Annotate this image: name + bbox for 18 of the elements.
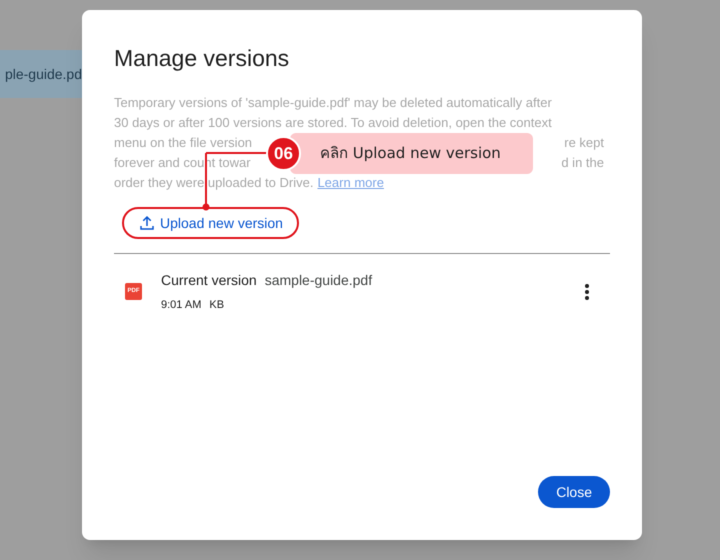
step-badge: 06: [266, 136, 301, 171]
close-button[interactable]: Close: [538, 476, 610, 508]
more-options-icon[interactable]: [584, 283, 590, 301]
description-text: order they were uploaded to Drive.: [114, 174, 314, 192]
description-text: d in the: [561, 154, 604, 172]
description-text: 30 days or after 100 versions are stored. To avoid deletion, open the context: [114, 114, 552, 132]
version-time: 9:01 AM: [161, 298, 202, 313]
file-name: ple-guide.pd: [4, 64, 82, 84]
upload-new-version-button[interactable]: Upload new version: [122, 207, 299, 239]
description-text: re kept: [564, 134, 604, 152]
description-text: menu on the file version: [114, 134, 252, 152]
version-size: KB: [209, 298, 224, 313]
version-label: Current version: [161, 271, 257, 290]
version-file-name: sample-guide.pdf: [264, 271, 372, 290]
description-text: Temporary versions of 'sample-guide.pdf' may be deleted automatically after: [114, 94, 552, 112]
dialog-title: Manage versions: [114, 44, 290, 73]
upload-icon: [138, 214, 156, 232]
callout-text: คลิก Upload new version: [320, 143, 501, 164]
